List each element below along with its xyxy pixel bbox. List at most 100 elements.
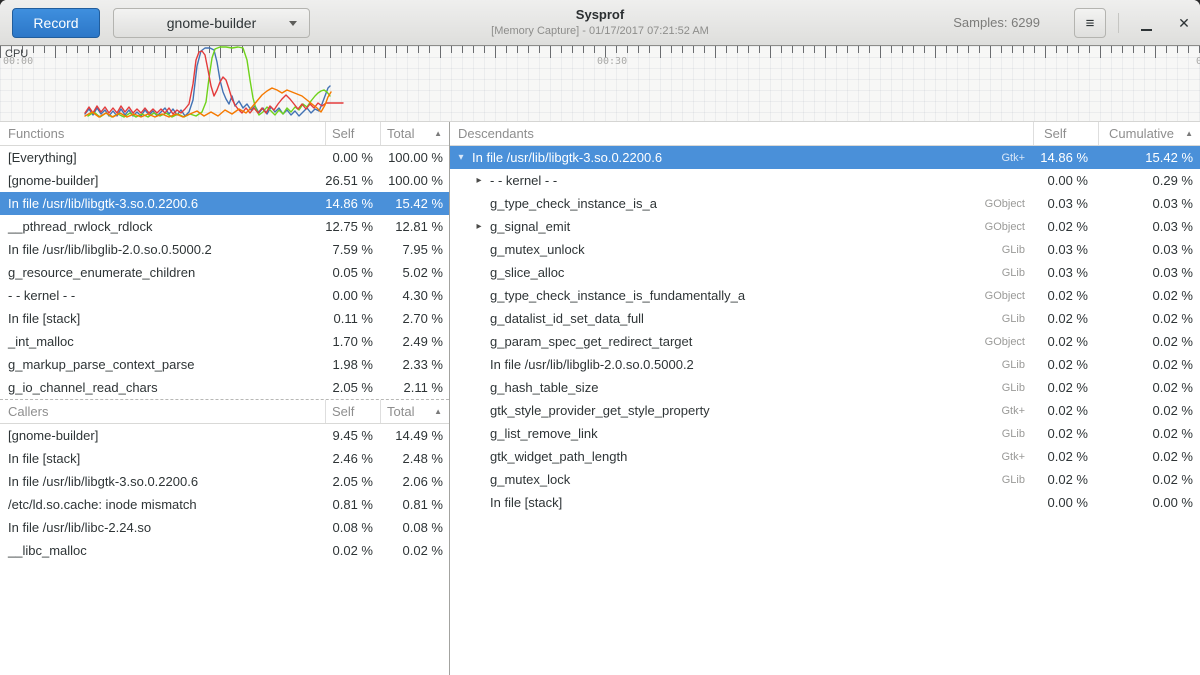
- self-value: 26.51 %: [325, 173, 380, 188]
- self-value: 0.02 %: [325, 543, 380, 558]
- descendant-row[interactable]: g_type_check_instance_is_fundamentally_a…: [450, 284, 1200, 307]
- cumulative-value: 0.02 %: [1098, 472, 1200, 487]
- descendants-table-header: Descendants Self Cumulative ▲: [450, 122, 1200, 146]
- descendant-row[interactable]: g_hash_table_sizeGLib0.02 %0.02 %: [450, 376, 1200, 399]
- function-row[interactable]: g_markup_parse_context_parse1.98 %2.33 %: [0, 353, 449, 376]
- library-badge: GLib: [1002, 428, 1033, 440]
- row-name-group: g_type_check_instance_is_fundamentally_a…: [450, 288, 1033, 303]
- cumulative-value: 0.02 %: [1098, 380, 1200, 395]
- cumulative-value: 0.03 %: [1098, 219, 1200, 234]
- self-value: 1.70 %: [325, 334, 380, 349]
- self-value: 7.59 %: [325, 242, 380, 257]
- descendant-row[interactable]: ▾In file /usr/lib/libgtk-3.so.0.2200.6Gt…: [450, 146, 1200, 169]
- row-name-group: g_mutex_unlockGLib: [450, 242, 1033, 257]
- header-bar: Record gnome-builder Sysprof [Memory Cap…: [0, 0, 1200, 46]
- function-row[interactable]: [gnome-builder]26.51 %100.00 %: [0, 169, 449, 192]
- caller-row[interactable]: /etc/ld.so.cache: inode mismatch0.81 %0.…: [0, 493, 449, 516]
- cpu-timeline-graph[interactable]: CPU 00:0000:3001:00: [0, 46, 1200, 122]
- caller-row[interactable]: [gnome-builder]9.45 %14.49 %: [0, 424, 449, 447]
- minimize-icon: [1141, 29, 1152, 31]
- row-name: [gnome-builder]: [0, 428, 325, 443]
- row-name: g_hash_table_size: [490, 380, 598, 395]
- caller-row[interactable]: In file /usr/lib/libc-2.24.so0.08 %0.08 …: [0, 516, 449, 539]
- cumulative-value: 0.02 %: [1098, 426, 1200, 441]
- function-row[interactable]: g_resource_enumerate_children0.05 %5.02 …: [0, 261, 449, 284]
- process-selector-dropdown[interactable]: gnome-builder: [113, 8, 310, 38]
- callers-column-header[interactable]: Callers: [0, 400, 325, 423]
- descendant-row[interactable]: ▸- - kernel - -0.00 %0.29 %: [450, 169, 1200, 192]
- row-name: In file /usr/lib/libc-2.24.so: [0, 520, 325, 535]
- descendants-self-column-header[interactable]: Self: [1033, 122, 1098, 145]
- total-value: 14.49 %: [380, 428, 449, 443]
- row-name-group: g_mutex_lockGLib: [450, 472, 1033, 487]
- function-row[interactable]: [Everything]0.00 %100.00 %: [0, 146, 449, 169]
- total-value: 2.70 %: [380, 311, 449, 326]
- expander-open-icon[interactable]: ▾: [456, 153, 466, 163]
- row-name: g_slice_alloc: [490, 265, 564, 280]
- descendant-row[interactable]: g_mutex_unlockGLib0.03 %0.03 %: [450, 238, 1200, 261]
- row-name-group: gtk_style_provider_get_style_propertyGtk…: [450, 403, 1033, 418]
- expander-closed-icon[interactable]: ▸: [474, 176, 484, 186]
- caller-row[interactable]: In file /usr/lib/libgtk-3.so.0.2200.62.0…: [0, 470, 449, 493]
- descendant-row[interactable]: gtk_widget_path_lengthGtk+0.02 %0.02 %: [450, 445, 1200, 468]
- callers-self-column-header[interactable]: Self: [325, 400, 380, 423]
- record-button[interactable]: Record: [12, 8, 100, 38]
- descendant-row[interactable]: g_type_check_instance_is_aGObject0.03 %0…: [450, 192, 1200, 215]
- sysprof-window: Record gnome-builder Sysprof [Memory Cap…: [0, 0, 1200, 675]
- total-value: 0.08 %: [380, 520, 449, 535]
- functions-self-column-header[interactable]: Self: [325, 122, 380, 145]
- process-selector-label: gnome-builder: [167, 15, 257, 31]
- callers-total-column-header[interactable]: Total ▲: [380, 400, 449, 423]
- function-row[interactable]: g_io_channel_read_chars2.05 %2.11 %: [0, 376, 449, 399]
- row-name-group: g_list_remove_linkGLib: [450, 426, 1033, 441]
- row-name: [Everything]: [0, 150, 325, 165]
- self-value: 0.00 %: [1033, 495, 1098, 510]
- function-row[interactable]: - - kernel - -0.00 %4.30 %: [0, 284, 449, 307]
- functions-total-column-header[interactable]: Total ▲: [380, 122, 449, 145]
- close-icon: ✕: [1178, 15, 1190, 31]
- functions-column-header[interactable]: Functions: [0, 122, 325, 145]
- row-name: g_mutex_unlock: [490, 242, 585, 257]
- function-row[interactable]: _int_malloc1.70 %2.49 %: [0, 330, 449, 353]
- caller-row[interactable]: In file [stack]2.46 %2.48 %: [0, 447, 449, 470]
- row-name-group: gtk_widget_path_lengthGtk+: [450, 449, 1033, 464]
- caller-row[interactable]: __libc_malloc0.02 %0.02 %: [0, 539, 449, 562]
- row-name: __pthread_rwlock_rdlock: [0, 219, 325, 234]
- minimize-button[interactable]: [1134, 11, 1158, 35]
- menu-button[interactable]: ≡: [1074, 8, 1106, 38]
- function-row[interactable]: __pthread_rwlock_rdlock12.75 %12.81 %: [0, 215, 449, 238]
- descendant-row[interactable]: gtk_style_provider_get_style_propertyGtk…: [450, 399, 1200, 422]
- library-badge: GObject: [985, 336, 1033, 348]
- close-button[interactable]: ✕: [1172, 11, 1196, 35]
- row-name-group: g_param_spec_get_redirect_targetGObject: [450, 334, 1033, 349]
- total-value: 100.00 %: [380, 150, 449, 165]
- descendant-row[interactable]: g_mutex_lockGLib0.02 %0.02 %: [450, 468, 1200, 491]
- descendant-row[interactable]: ▸g_signal_emitGObject0.02 %0.03 %: [450, 215, 1200, 238]
- descendants-cumulative-column-header[interactable]: Cumulative ▲: [1098, 122, 1200, 145]
- row-name-group: g_datalist_id_set_data_fullGLib: [450, 311, 1033, 326]
- descendant-row[interactable]: g_list_remove_linkGLib0.02 %0.02 %: [450, 422, 1200, 445]
- descendant-row[interactable]: g_slice_allocGLib0.03 %0.03 %: [450, 261, 1200, 284]
- callers-table-header: Callers Self Total ▲: [0, 400, 449, 424]
- row-name: In file /usr/lib/libgtk-3.so.0.2200.6: [0, 474, 325, 489]
- row-name: - - kernel - -: [0, 288, 325, 303]
- callers-total-label: Total: [387, 404, 414, 419]
- cumulative-value: 0.00 %: [1098, 495, 1200, 510]
- descendants-column-header[interactable]: Descendants: [450, 122, 1033, 145]
- descendant-row[interactable]: In file /usr/lib/libglib-2.0.so.0.5000.2…: [450, 353, 1200, 376]
- row-name: g_signal_emit: [490, 219, 570, 234]
- cumulative-value: 0.29 %: [1098, 173, 1200, 188]
- descendant-row[interactable]: g_datalist_id_set_data_fullGLib0.02 %0.0…: [450, 307, 1200, 330]
- library-badge: Gtk+: [1001, 152, 1033, 164]
- self-value: 0.03 %: [1033, 242, 1098, 257]
- descendant-row[interactable]: In file [stack]0.00 %0.00 %: [450, 491, 1200, 514]
- function-row[interactable]: In file /usr/lib/libgtk-3.so.0.2200.614.…: [0, 192, 449, 215]
- descendant-row[interactable]: g_param_spec_get_redirect_targetGObject0…: [450, 330, 1200, 353]
- function-row[interactable]: In file /usr/lib/libglib-2.0.so.0.5000.2…: [0, 238, 449, 261]
- cumulative-value: 0.03 %: [1098, 196, 1200, 211]
- row-name: In file /usr/lib/libglib-2.0.so.0.5000.2: [490, 357, 694, 372]
- total-value: 12.81 %: [380, 219, 449, 234]
- row-name: g_datalist_id_set_data_full: [490, 311, 644, 326]
- expander-closed-icon[interactable]: ▸: [474, 222, 484, 232]
- function-row[interactable]: In file [stack]0.11 %2.70 %: [0, 307, 449, 330]
